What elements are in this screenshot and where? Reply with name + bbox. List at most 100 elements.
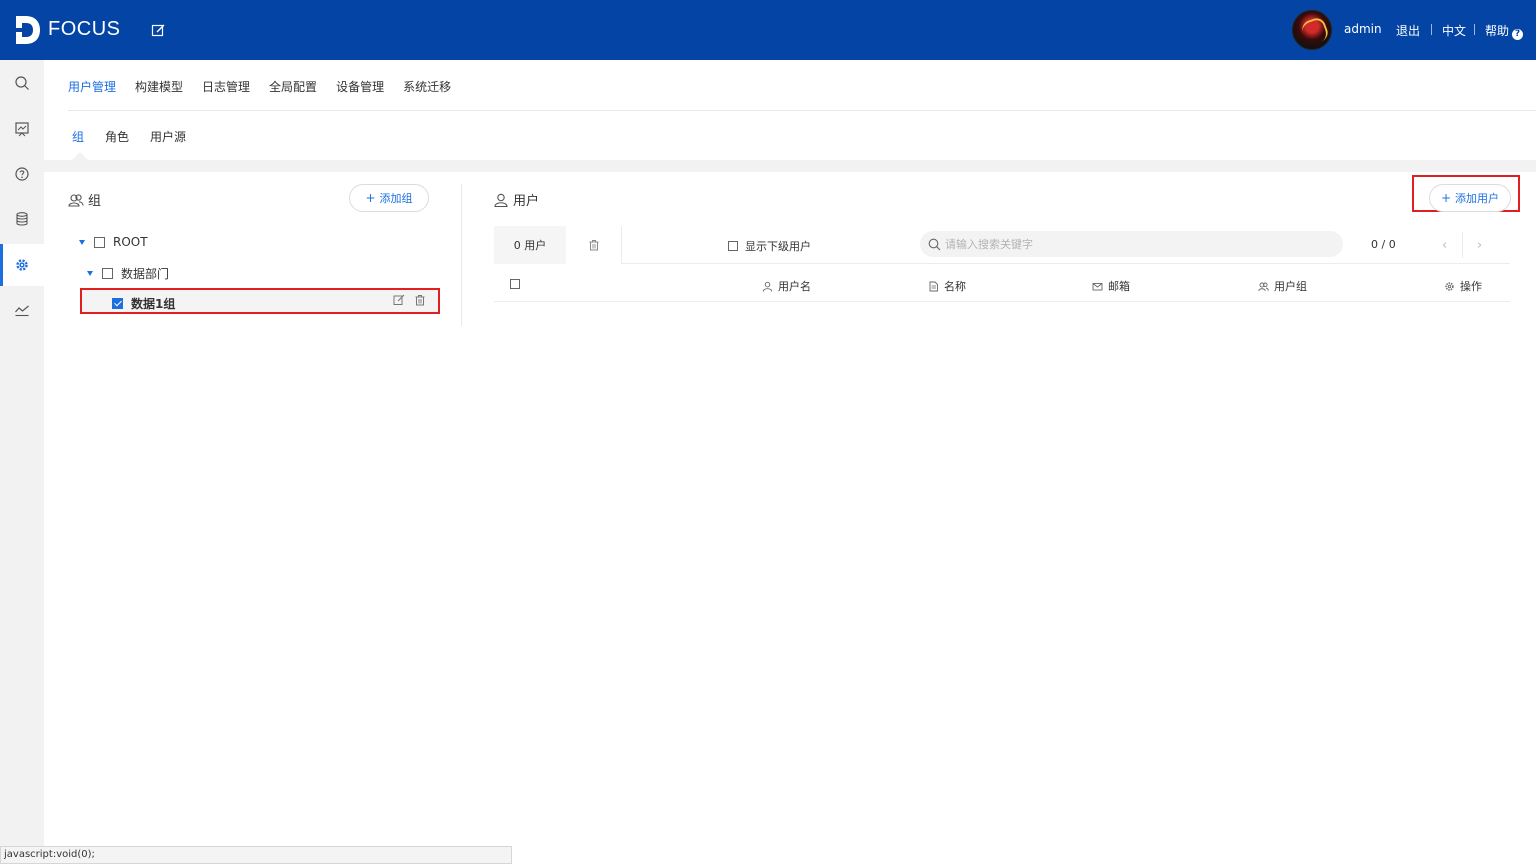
plus-icon: +: [1440, 191, 1452, 205]
show-sub-users-label: 显示下级用户: [745, 240, 811, 253]
help-link[interactable]: 帮助?: [1485, 22, 1524, 40]
group-panel-title: 组: [68, 190, 101, 209]
nav-tabs: 用户管理 构建模型 日志管理 全局配置 设备管理 系统迁移: [68, 78, 470, 95]
user-title-text: 用户: [513, 194, 540, 209]
plus-icon: +: [365, 191, 376, 205]
col-name-label: 名称: [944, 280, 966, 293]
tree-node-group1[interactable]: 数据1组: [112, 295, 175, 312]
caret-down-icon[interactable]: [79, 239, 85, 245]
trash-icon[interactable]: [414, 294, 426, 306]
edit-icon[interactable]: [151, 23, 166, 38]
users-group-icon: [68, 193, 84, 207]
tab-log-management[interactable]: 日志管理: [202, 78, 250, 95]
show-sub-users-toggle[interactable]: 显示下级用户: [728, 238, 811, 254]
col-user-group-label: 用户组: [1274, 280, 1307, 293]
subtab-user-source[interactable]: 用户源: [150, 128, 186, 145]
panel-divider: [461, 184, 462, 326]
rail-analytics[interactable]: [0, 289, 44, 331]
sub-tabs: 组 角色 用户源: [72, 128, 207, 145]
main-nav: 用户管理 构建模型 日志管理 全局配置 设备管理 系统迁移 组 角色 用户源: [44, 60, 1536, 160]
tab-device-management[interactable]: 设备管理: [336, 78, 384, 95]
col-actions: 操作: [1444, 278, 1482, 294]
col-user-group[interactable]: 用户组: [1258, 278, 1307, 294]
tree-label-dept: 数据部门: [121, 267, 170, 281]
col-username[interactable]: 用户名: [762, 278, 811, 294]
gear-icon: [16, 259, 28, 271]
avatar[interactable]: [1292, 10, 1332, 50]
col-email-label: 邮箱: [1108, 280, 1130, 293]
active-tab-indicator: [72, 152, 88, 160]
help-icon: [15, 167, 29, 181]
chart-line-icon: [15, 305, 29, 317]
prev-page-button[interactable]: ‹: [1442, 238, 1447, 253]
rail-search[interactable]: [0, 62, 44, 104]
tab-global-config[interactable]: 全局配置: [269, 78, 317, 95]
trash-icon: [589, 240, 598, 251]
col-actions-label: 操作: [1460, 280, 1482, 293]
separator: [1474, 24, 1475, 35]
tree-label-root: ROOT: [113, 235, 148, 249]
caret-down-icon[interactable]: [87, 271, 93, 276]
pager-divider: [1462, 232, 1463, 258]
rail-settings[interactable]: [0, 244, 44, 286]
tab-build-model[interactable]: 构建模型: [135, 78, 183, 95]
focus-logo-icon[interactable]: [14, 14, 42, 46]
logout-link[interactable]: 退出: [1396, 22, 1420, 39]
top-bar: FOCUS admin 退出 中文 帮助?: [0, 0, 1536, 60]
add-user-button[interactable]: + 添加用户: [1429, 184, 1511, 212]
pager-count: 0 / 0: [1371, 238, 1396, 251]
browser-status-bar: javascript:void(0);: [0, 846, 512, 864]
rail-help[interactable]: [0, 153, 44, 195]
tab-system-migration[interactable]: 系统迁移: [403, 78, 451, 95]
mail-icon: [1092, 282, 1103, 290]
help-circle-icon: ?: [1512, 29, 1524, 40]
help-label: 帮助: [1485, 24, 1510, 38]
next-page-button[interactable]: ›: [1477, 238, 1482, 253]
divider: [68, 110, 1536, 111]
add-user-label: 添加用户: [1455, 192, 1500, 205]
user-count-tab[interactable]: 0 用户: [494, 226, 566, 264]
dept-checkbox[interactable]: [102, 268, 113, 279]
group-title-text: 组: [88, 194, 102, 209]
subtab-role[interactable]: 角色: [105, 128, 129, 145]
select-all-checkbox[interactable]: [510, 279, 520, 289]
gear-icon: [1445, 281, 1454, 291]
group1-checkbox[interactable]: [112, 298, 123, 309]
separator: [1431, 24, 1432, 35]
col-email[interactable]: 邮箱: [1092, 278, 1130, 294]
col-name[interactable]: 名称: [928, 278, 966, 294]
search-input[interactable]: [945, 237, 1325, 251]
rail-database[interactable]: [0, 198, 44, 240]
show-sub-users-checkbox[interactable]: [728, 241, 738, 251]
document-icon: [929, 281, 938, 291]
edit-icon[interactable]: [393, 294, 405, 306]
user-table-header: 用户名 名称 邮箱 用户组 操作: [494, 270, 1510, 302]
rail-dashboard[interactable]: [0, 108, 44, 150]
language-link[interactable]: 中文: [1442, 22, 1466, 39]
search-icon: [15, 76, 29, 90]
username[interactable]: admin: [1344, 22, 1382, 36]
user-icon: [762, 281, 773, 292]
user-toolbar: 0 用户 显示下级用户 0 / 0 ‹ ›: [494, 226, 1510, 264]
users-group-icon: [1258, 282, 1269, 291]
root-checkbox[interactable]: [94, 236, 105, 248]
add-group-button[interactable]: + 添加组: [349, 184, 429, 212]
tree-node-root[interactable]: ROOT: [79, 235, 148, 249]
tree-node-group1-selected[interactable]: 数据1组: [80, 288, 440, 314]
database-icon: [16, 212, 28, 226]
search-icon: [928, 238, 941, 250]
tree-label-group1: 数据1组: [131, 297, 176, 311]
tree-node-dept[interactable]: 数据部门: [87, 265, 169, 282]
side-rail: [0, 60, 44, 864]
dashboard-icon: [15, 122, 29, 137]
tab-user-management[interactable]: 用户管理: [68, 78, 116, 95]
subtab-group[interactable]: 组: [72, 128, 84, 145]
user-panel-title: 用户: [493, 190, 539, 209]
brand-name: FOCUS: [48, 18, 121, 40]
add-group-label: 添加组: [379, 192, 413, 205]
search-box[interactable]: [920, 231, 1343, 257]
content-separator: [44, 160, 1536, 172]
bulk-delete-button[interactable]: [566, 226, 622, 264]
col-username-label: 用户名: [778, 280, 811, 293]
user-icon: [494, 193, 508, 207]
